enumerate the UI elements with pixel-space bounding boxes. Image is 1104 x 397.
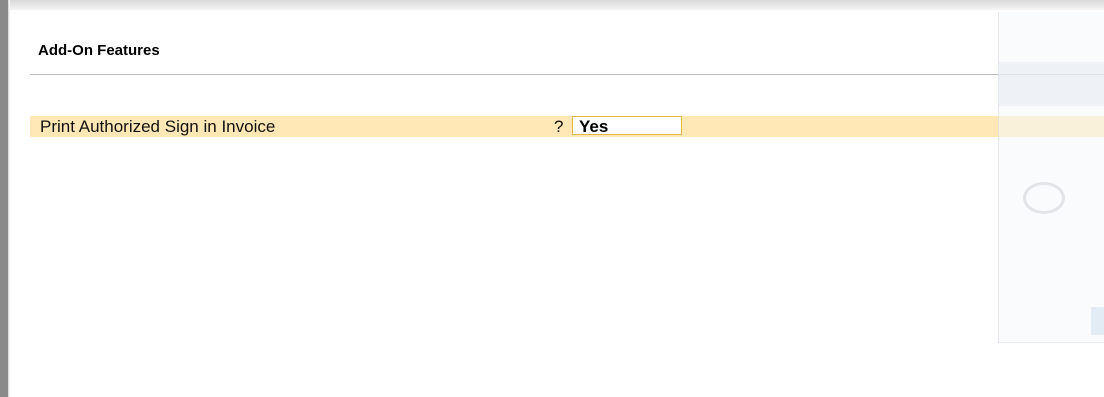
question-mark: ? <box>554 117 564 136</box>
feature-row-print-authorized-sign[interactable]: Print Authorized Sign in Invoice ? Yes <box>30 116 1104 137</box>
window-top-edge <box>0 0 1104 10</box>
ghost-logo-icon <box>1023 182 1065 214</box>
ghost-button <box>1091 307 1104 335</box>
window-left-border <box>0 0 10 397</box>
background-window-ghost <box>998 12 1104 343</box>
feature-label: Print Authorized Sign in Invoice <box>40 117 276 136</box>
ghost-header-bar <box>999 62 1104 106</box>
panel-title: Add-On Features <box>38 42 160 59</box>
add-on-features-panel <box>10 10 1104 397</box>
title-divider <box>30 74 1104 75</box>
feature-value-field[interactable]: Yes <box>572 116 682 136</box>
